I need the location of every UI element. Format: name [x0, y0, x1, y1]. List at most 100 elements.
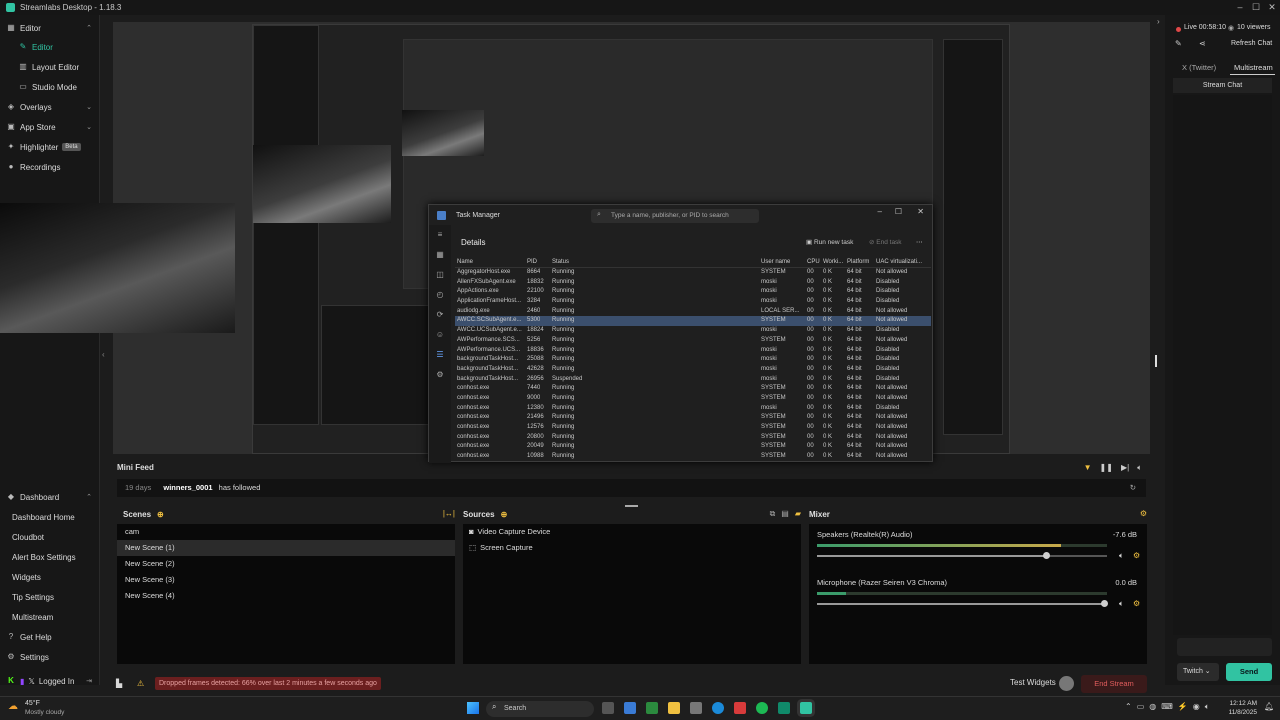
- maximize-button[interactable]: ☐: [1248, 0, 1264, 15]
- share-icon[interactable]: ⋖: [1199, 39, 1206, 48]
- webcam-source[interactable]: [0, 203, 235, 333]
- weather-icon[interactable]: ☁: [8, 701, 18, 712]
- volume-slider[interactable]: [817, 555, 1107, 557]
- tm-close-button[interactable]: ✕: [917, 207, 924, 216]
- sidebar-item-settings[interactable]: ⚙ Settings: [0, 648, 100, 666]
- run-new-task-button[interactable]: ▣ Run new task: [806, 238, 853, 246]
- clock-time[interactable]: 12:12 AM: [1217, 700, 1257, 707]
- users-icon[interactable]: ☺: [429, 325, 451, 345]
- sidebar-item-multistream[interactable]: Multistream: [0, 608, 100, 626]
- sidebar-item-highlighter[interactable]: ✦ Highlighter Beta: [0, 138, 100, 156]
- column-header[interactable]: UAC virtualizati...: [876, 256, 922, 268]
- services-icon[interactable]: ⚙: [429, 365, 451, 385]
- table-row[interactable]: audiodg.exe 2460 Running LOCAL SER... 00 0 K 6…: [455, 307, 931, 317]
- volume-icon[interactable]: 🔈︎: [1137, 463, 1142, 473]
- details-icon[interactable]: ☰: [429, 345, 451, 365]
- more-options-icon[interactable]: ⋯: [916, 238, 923, 246]
- performance-icon[interactable]: ◫: [429, 265, 451, 285]
- sidebar-item-app-store[interactable]: ▣ App Store ⌄: [0, 118, 100, 136]
- logout-icon[interactable]: ⇥: [86, 677, 92, 685]
- scene-item[interactable]: cam: [117, 524, 455, 540]
- resize-handle[interactable]: [1155, 355, 1157, 367]
- tm-minimize-button[interactable]: –: [878, 207, 882, 216]
- sidebar-item-alert-box-settings[interactable]: Alert Box Settings: [0, 548, 100, 566]
- test-widgets-button[interactable]: Test Widgets: [1010, 678, 1056, 687]
- channel-gear-icon[interactable]: ⚙: [1133, 599, 1140, 608]
- platform-select[interactable]: Twitch ⌄: [1177, 663, 1219, 681]
- table-row[interactable]: AWPerformance.SCS... 5256 Running SYSTEM 00 0…: [455, 336, 931, 346]
- clock-date[interactable]: 11/8/2025: [1217, 709, 1257, 716]
- feed-event-row[interactable]: 19 days winners_0001 has followed ↻: [117, 479, 1146, 497]
- column-header[interactable]: CPU: [807, 256, 820, 268]
- column-header[interactable]: Platform: [847, 256, 869, 268]
- channel-gear-icon[interactable]: ⚙: [1133, 551, 1140, 560]
- table-row[interactable]: ApplicationFrameHost... 3284 Running moski 0…: [455, 297, 931, 307]
- source-layers-icon[interactable]: ⧉: [770, 509, 776, 519]
- table-row[interactable]: AllenFXSubAgent.exe 18832 Running moski 00 0 …: [455, 278, 931, 288]
- sidebar-item-widgets[interactable]: Widgets: [0, 568, 100, 586]
- sidebar-item-cloudbot[interactable]: Cloudbot: [0, 528, 100, 546]
- task-view-icon[interactable]: [602, 702, 614, 714]
- volume-slider-knob[interactable]: [1043, 552, 1051, 559]
- volume-slider-knob[interactable]: [1101, 600, 1109, 607]
- table-row[interactable]: conhost.exe 9000 Running SYSTEM 00 0 K 64 bit N…: [455, 394, 931, 404]
- chevron-right-icon[interactable]: ›: [1157, 17, 1160, 26]
- login-status[interactable]: K ▮ 𝕏 Logged In ⇥: [0, 672, 100, 690]
- refresh-icon[interactable]: ↻: [1130, 479, 1136, 497]
- sidebar-item-recordings[interactable]: ● Recordings: [0, 158, 100, 176]
- chat-messages[interactable]: [1173, 95, 1272, 635]
- end-stream-button[interactable]: End Stream: [1081, 675, 1147, 693]
- startup-icon[interactable]: ⟳: [429, 305, 451, 325]
- tab-x-twitter[interactable]: X (Twitter): [1182, 63, 1216, 72]
- add-source-icon[interactable]: ⊕: [501, 510, 508, 519]
- table-row[interactable]: AppActions.exe 22100 Running moski 00 0 K 64 b…: [455, 287, 931, 297]
- copilot-icon[interactable]: [624, 702, 636, 714]
- source-group-icon[interactable]: ▤: [781, 509, 789, 519]
- performance-icon[interactable]: ▙: [116, 679, 122, 688]
- refresh-chat-button[interactable]: Refresh Chat: [1231, 40, 1272, 47]
- app-icon-red[interactable]: [734, 702, 746, 714]
- processes-icon[interactable]: ▦: [429, 245, 451, 265]
- table-row[interactable]: conhost.exe 20049 Running SYSTEM 00 0 K 64 bit…: [455, 442, 931, 452]
- end-task-button[interactable]: ⊘ End task: [869, 238, 902, 246]
- collapse-sidebar-icon[interactable]: ‹: [102, 350, 105, 359]
- close-button[interactable]: ✕: [1264, 0, 1280, 15]
- spotify-icon[interactable]: [756, 702, 768, 714]
- file-explorer-icon[interactable]: [668, 702, 680, 714]
- scene-item[interactable]: New Scene (1): [117, 540, 455, 556]
- notifications-icon[interactable]: 🔔︎: [1264, 702, 1274, 711]
- column-header[interactable]: Name: [457, 256, 473, 268]
- edit-icon[interactable]: ✎: [1175, 39, 1182, 48]
- scene-item[interactable]: New Scene (2): [117, 556, 455, 572]
- windows-start-icon[interactable]: [467, 702, 479, 714]
- filter-icon[interactable]: ▼: [1084, 463, 1092, 473]
- chat-message-input[interactable]: [1177, 638, 1272, 656]
- tm-maximize-button[interactable]: ☐: [895, 207, 902, 216]
- mixer-settings-icon[interactable]: ⚙: [1140, 509, 1147, 518]
- table-row[interactable]: conhost.exe 12576 Running SYSTEM 00 0 K 64 bit…: [455, 423, 931, 433]
- table-row[interactable]: conhost.exe 7440 Running SYSTEM 00 0 K 64 bit N…: [455, 384, 931, 394]
- speaker-icon[interactable]: 🔈︎: [1119, 551, 1124, 561]
- sidebar-item-editor[interactable]: ✎ Editor: [0, 38, 100, 56]
- column-header[interactable]: PID: [527, 256, 537, 268]
- sidebar-item-dashboard-home[interactable]: Dashboard Home: [0, 508, 100, 526]
- sidebar-item-layout-editor[interactable]: ▥ Layout Editor: [0, 58, 100, 76]
- edge-icon[interactable]: [712, 702, 724, 714]
- record-toggle-button[interactable]: [1059, 676, 1074, 691]
- column-header[interactable]: User name: [761, 256, 790, 268]
- table-row[interactable]: conhost.exe 21496 Running SYSTEM 00 0 K 64 bit…: [455, 413, 931, 423]
- app-history-icon[interactable]: ◴: [429, 285, 451, 305]
- sidebar-item-get-help[interactable]: ? Get Help: [0, 628, 100, 646]
- sidebar-item-overlays[interactable]: ◈ Overlays ⌄: [0, 98, 100, 116]
- sidebar-item-dashboard[interactable]: ◆ Dashboard ⌃: [0, 488, 100, 506]
- dropped-frames-warning[interactable]: Dropped frames detected: 66% over last 2…: [155, 677, 381, 690]
- table-row[interactable]: conhost.exe 12380 Running moski 00 0 K 64 bit D…: [455, 404, 931, 414]
- skip-icon[interactable]: ▶|: [1121, 463, 1129, 473]
- table-row[interactable]: AWCC.SCSubAgent.e... 5300 Running SYSTEM 00 0…: [455, 316, 931, 327]
- scene-item[interactable]: New Scene (4): [117, 588, 455, 604]
- pause-icon[interactable]: ❚❚: [1100, 463, 1113, 473]
- column-header[interactable]: Status: [552, 256, 569, 268]
- xbox-icon[interactable]: [778, 702, 790, 714]
- list-item[interactable]: ⬚ Screen Capture: [463, 540, 801, 556]
- sidebar-item-editor-group[interactable]: ▦ Editor ⌃: [0, 19, 100, 37]
